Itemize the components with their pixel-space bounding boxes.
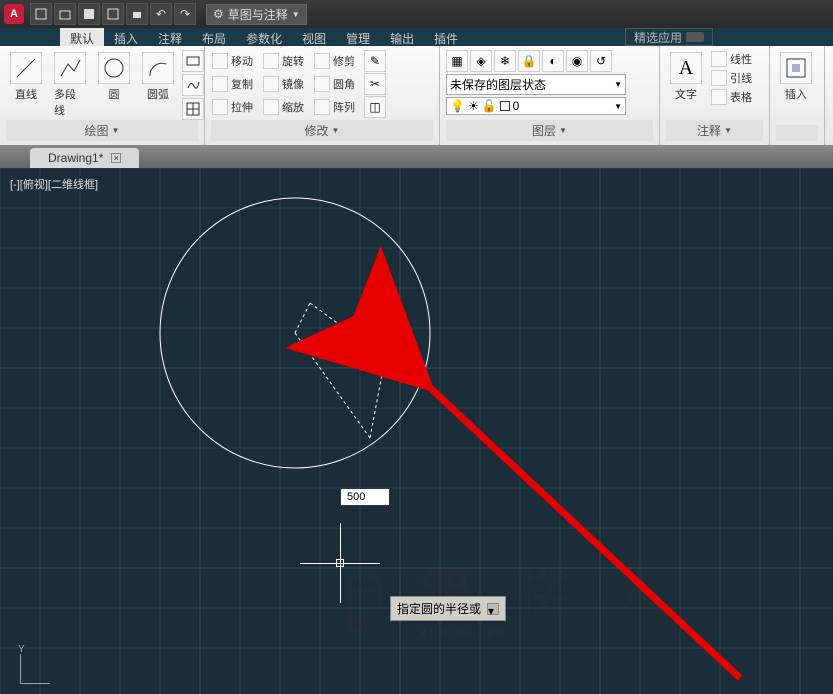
- title-bar: A ↶ ↷ ⚙ 草图与注释 ▼: [0, 0, 833, 28]
- panel-modify-title[interactable]: 修改▼: [211, 120, 433, 141]
- tab-parametric[interactable]: 参数化: [236, 28, 292, 46]
- rotate-button[interactable]: 旋转: [262, 50, 305, 72]
- layer-off-icon[interactable]: ◐: [542, 50, 564, 72]
- open-icon[interactable]: [54, 3, 76, 25]
- layer-prev-icon[interactable]: ↺: [590, 50, 612, 72]
- ribbon: 直线 多段线 圆 圆弧 绘图▼ 移动 旋转 修剪 ✎ 复制 镜像 圆角: [0, 46, 833, 146]
- panel-layer-title[interactable]: 图层▼: [446, 120, 653, 141]
- stretch-button[interactable]: 拉伸: [211, 96, 254, 118]
- explode-icon[interactable]: ✂: [364, 73, 386, 95]
- panel-block: 插入: [770, 46, 825, 145]
- tab-insert[interactable]: 插入: [104, 28, 148, 46]
- undo-icon[interactable]: ↶: [150, 3, 172, 25]
- erase-icon[interactable]: ✎: [364, 50, 386, 72]
- scale-button[interactable]: 缩放: [262, 96, 305, 118]
- ucs-y-label: Y: [18, 644, 25, 655]
- tab-output[interactable]: 输出: [380, 28, 424, 46]
- tab-view[interactable]: 视图: [292, 28, 336, 46]
- rect-icon[interactable]: [182, 50, 204, 72]
- hatch-icon[interactable]: [182, 98, 204, 120]
- copy-button[interactable]: 复制: [211, 73, 254, 95]
- layer-freeze-icon[interactable]: ❄: [494, 50, 516, 72]
- linear-dim-button[interactable]: 线性: [710, 50, 753, 68]
- quick-access-toolbar: ↶ ↷: [30, 3, 196, 25]
- document-tab-strip: Drawing1* ×: [0, 146, 833, 168]
- array-button[interactable]: 阵列: [313, 96, 356, 118]
- close-icon[interactable]: ×: [111, 153, 121, 163]
- text-button[interactable]: A文字: [666, 50, 706, 104]
- tab-annotate[interactable]: 注释: [148, 28, 192, 46]
- tab-layout[interactable]: 布局: [192, 28, 236, 46]
- insert-button[interactable]: 插入: [776, 50, 816, 104]
- layer-state-selector[interactable]: 未保存的图层状态▼: [446, 74, 626, 95]
- tab-manage[interactable]: 管理: [336, 28, 380, 46]
- layer-lock-icon[interactable]: 🔒: [518, 50, 540, 72]
- document-tab-label: Drawing1*: [48, 151, 103, 165]
- layer-match-icon[interactable]: ◉: [566, 50, 588, 72]
- table-button[interactable]: 表格: [710, 88, 753, 106]
- panel-annotate-title[interactable]: 注释▼: [666, 120, 763, 141]
- new-icon[interactable]: [30, 3, 52, 25]
- color-swatch: [500, 101, 510, 111]
- move-button[interactable]: 移动: [211, 50, 254, 72]
- lock-icon: 🔓: [482, 99, 497, 113]
- layer-iso-icon[interactable]: ◈: [470, 50, 492, 72]
- panel-modify: 移动 旋转 修剪 ✎ 复制 镜像 圆角 ✂ 拉伸 缩放 阵列 ◫ 修改▼: [205, 46, 440, 145]
- bulb-icon: 💡: [450, 99, 465, 113]
- panel-draw: 直线 多段线 圆 圆弧 绘图▼: [0, 46, 205, 145]
- arc-button[interactable]: 圆弧: [138, 50, 178, 104]
- document-tab[interactable]: Drawing1* ×: [30, 148, 139, 168]
- line-button[interactable]: 直线: [6, 50, 46, 104]
- fillet-button[interactable]: 圆角: [313, 73, 356, 95]
- chevron-down-icon: ▼: [292, 10, 300, 19]
- toggle-icon: [686, 32, 704, 42]
- dynamic-input[interactable]: [340, 488, 390, 506]
- layer-prop-icon[interactable]: ▦: [446, 50, 468, 72]
- workspace-label: 草图与注释: [228, 6, 288, 23]
- panel-draw-title[interactable]: 绘图▼: [6, 120, 198, 141]
- circle-button[interactable]: 圆: [94, 50, 134, 104]
- dropdown-icon[interactable]: ▾: [487, 603, 499, 615]
- trim-button[interactable]: 修剪: [313, 50, 356, 72]
- offset-icon[interactable]: ◫: [364, 96, 386, 118]
- app-icon[interactable]: A: [4, 4, 24, 24]
- layer-current-selector[interactable]: 💡 ☀ 🔓 0 ▼: [446, 97, 626, 115]
- command-prompt-tooltip: 指定圆的半径或 ▾: [390, 596, 506, 621]
- sun-icon: ☀: [468, 99, 479, 113]
- tab-plugin[interactable]: 插件: [424, 28, 468, 46]
- tab-default[interactable]: 默认: [60, 28, 104, 46]
- leader-button[interactable]: 引线: [710, 69, 753, 87]
- featured-apps[interactable]: 精选应用: [625, 28, 713, 46]
- panel-annotate: A文字 线性 引线 表格 注释▼: [660, 46, 770, 145]
- polyline-button[interactable]: 多段线: [50, 50, 90, 120]
- save-icon[interactable]: [78, 3, 100, 25]
- plot-icon[interactable]: [126, 3, 148, 25]
- panel-layer: ▦ ◈ ❄ 🔒 ◐ ◉ ↺ 未保存的图层状态▼ 💡 ☀ 🔓 0 ▼ 图层▼: [440, 46, 660, 145]
- prompt-text: 指定圆的半径或: [397, 600, 481, 617]
- workspace-selector[interactable]: ⚙ 草图与注释 ▼: [206, 4, 307, 25]
- redo-icon[interactable]: ↷: [174, 3, 196, 25]
- saveas-icon[interactable]: [102, 3, 124, 25]
- drawing-canvas[interactable]: [-][俯视][二维线框] 筑 楼 人zhulouren 指定圆的半径或 ▾ Y: [0, 168, 833, 694]
- mirror-button[interactable]: 镜像: [262, 73, 305, 95]
- spline-icon[interactable]: [182, 74, 204, 96]
- gear-icon: ⚙: [213, 7, 224, 21]
- ribbon-tabs: 默认 插入 注释 布局 参数化 视图 管理 输出 插件 精选应用: [0, 28, 833, 46]
- panel-block-title: [776, 125, 818, 141]
